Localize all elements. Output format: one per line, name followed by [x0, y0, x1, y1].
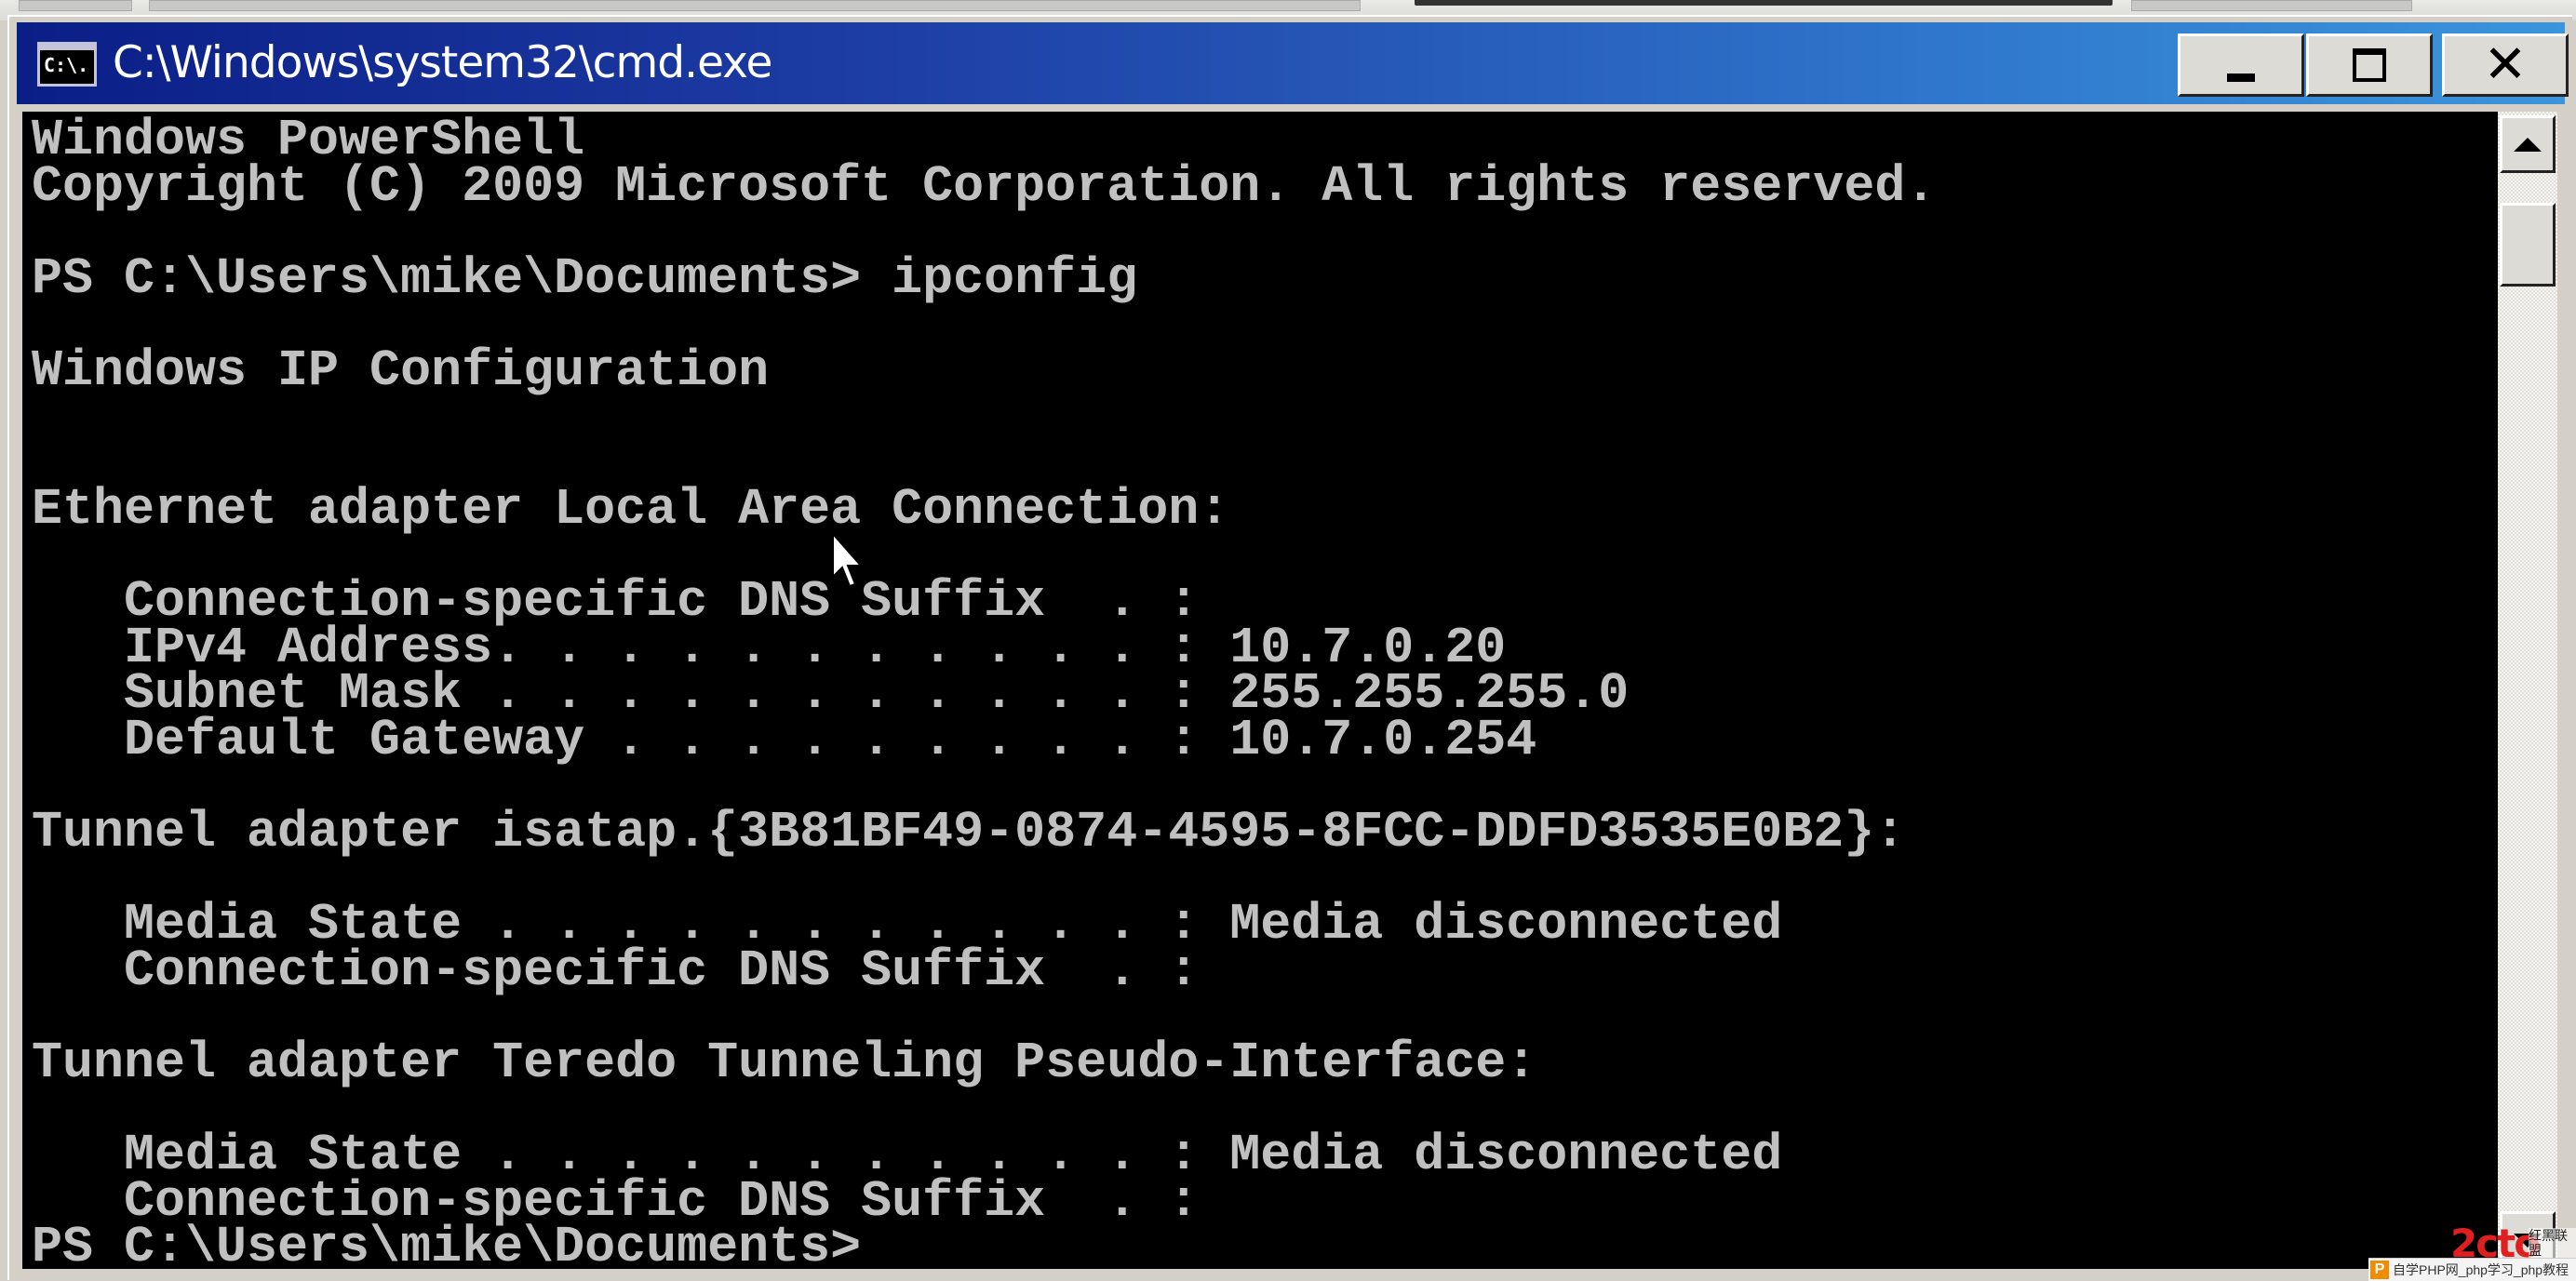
minimize-button[interactable]: [2178, 33, 2304, 97]
watermark-bar: P 自学PHP网_php学习_php教程: [2368, 1258, 2576, 1281]
cmd-app-icon[interactable]: C:\.: [37, 42, 97, 87]
arrow-up-icon: [2514, 137, 2542, 152]
background-window-tab: [2131, 0, 2412, 11]
minimize-icon: [2227, 73, 2255, 82]
close-button[interactable]: ✕: [2442, 33, 2569, 97]
window-title: C:\Windows\system32\cmd.exe: [113, 37, 772, 88]
cmd-app-icon-label: C:\.: [44, 54, 89, 76]
maximize-button[interactable]: [2306, 33, 2433, 97]
vertical-scrollbar[interactable]: [2498, 112, 2557, 1269]
cmd-window: C:\. C:\Windows\system32\cmd.exe ✕ Windo…: [7, 15, 2572, 1280]
background-window-tab: [149, 0, 1361, 11]
scroll-up-button[interactable]: [2500, 115, 2556, 173]
background-window-tab: [19, 0, 132, 11]
close-icon: ✕: [2483, 34, 2528, 95]
watermark: 2cto 红黑联盟 P 自学PHP网_php学习_php教程: [2368, 1224, 2576, 1281]
watermark-tag: 红黑联盟: [2529, 1228, 2576, 1258]
mouse-pointer-icon: [832, 532, 864, 588]
scrollbar-thumb[interactable]: [2500, 203, 2556, 287]
watermark-bar-text: 自学PHP网_php学习_php教程: [2393, 1262, 2569, 1277]
background-window-bar: [1415, 0, 2113, 6]
title-bar[interactable]: C:\. C:\Windows\system32\cmd.exe ✕: [17, 22, 2569, 104]
maximize-icon: [2353, 48, 2386, 82]
console-text: Windows PowerShell Copyright (C) 2009 Mi…: [32, 112, 1937, 1269]
console-output-area[interactable]: Windows PowerShell Copyright (C) 2009 Mi…: [22, 112, 2498, 1269]
watermark-p-icon: P: [2370, 1261, 2389, 1279]
